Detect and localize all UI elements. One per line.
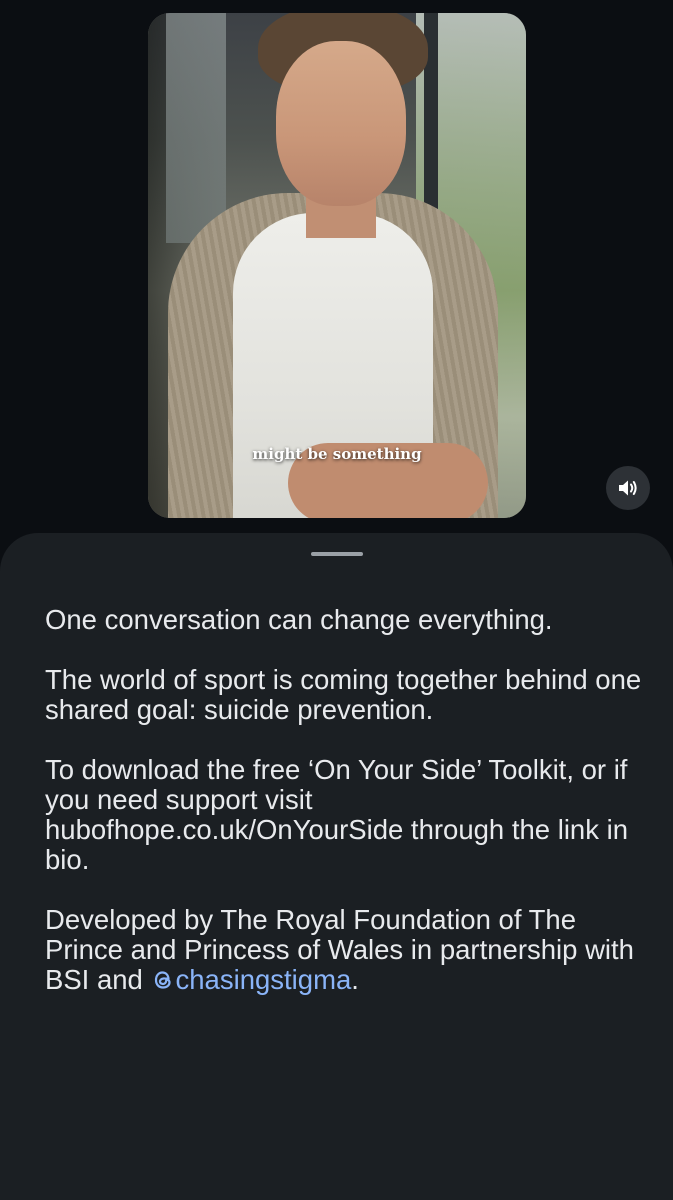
- sheet-drag-handle[interactable]: [311, 552, 363, 556]
- screen: might be something One conversation can …: [0, 0, 673, 1200]
- description-paragraph: The world of sport is coming together be…: [45, 664, 642, 725]
- volume-button[interactable]: [606, 466, 650, 510]
- video-player[interactable]: might be something: [148, 13, 526, 518]
- mention-link[interactable]: chasingstigma: [151, 964, 352, 995]
- post-description-sheet[interactable]: One conversation can change everything. …: [0, 533, 673, 1200]
- mention-handle[interactable]: chasingstigma: [176, 964, 352, 995]
- description-paragraph: Developed by The Royal Foundation of The…: [45, 905, 645, 995]
- video-background-window: [166, 13, 226, 243]
- description-paragraph: One conversation can change everything.: [45, 604, 553, 635]
- description-text-end: .: [351, 964, 359, 995]
- description-text: To download the free ‘On Your Side’ Tool…: [45, 754, 629, 875]
- post-description: One conversation can change everything. …: [45, 605, 645, 1025]
- video-person-face: [276, 41, 406, 206]
- threads-icon: [154, 971, 171, 989]
- video-caption: might be something: [252, 445, 422, 463]
- description-paragraph: To download the free ‘On Your Side’ Tool…: [45, 755, 645, 875]
- volume-icon: [619, 480, 637, 496]
